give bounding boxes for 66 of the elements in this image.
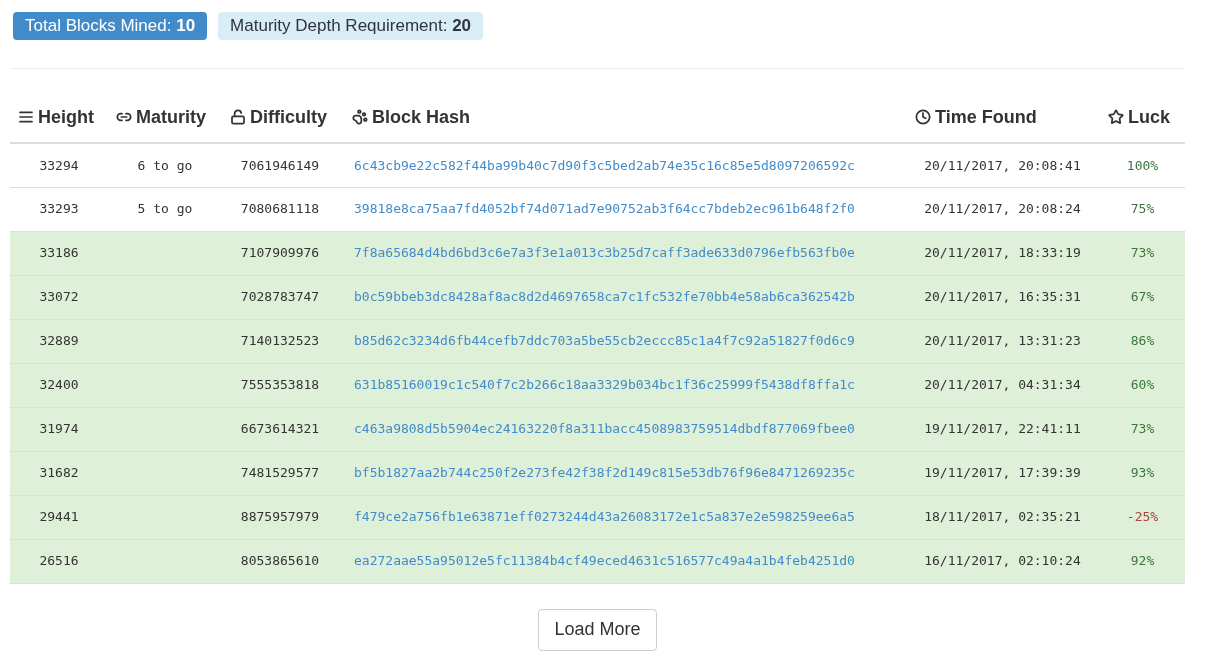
block-hash-link[interactable]: c463a9808d5b5904ec24163220f8a311bacc4508983759514dbdf877069fbee0: [354, 421, 855, 437]
unlocked-padlock-icon: [230, 109, 246, 126]
time-found-cell: 16/11/2017, 02:10:24: [924, 553, 1081, 569]
difficulty-cell: 7061946149: [240, 157, 320, 173]
time-found-cell: 20/11/2017, 20:08:24: [924, 201, 1081, 217]
luck-cell: 60%: [1130, 377, 1155, 393]
star-icon: [1108, 109, 1124, 126]
difficulty-cell: 7080681118: [240, 201, 320, 217]
difficulty-cell: 7028783747: [240, 289, 320, 305]
column-header: Height: [38, 105, 94, 129]
height-cell: 31974: [39, 421, 79, 437]
block-hash-link[interactable]: 631b85160019c1c540f7c2b266c18aa3329b034bc1f36c25999f5438df8ffa1c: [354, 377, 855, 393]
difficulty-cell: 8875957979: [240, 509, 320, 525]
maturity-cell: 5 to go: [137, 201, 193, 217]
difficulty-cell: 8053865610: [240, 553, 320, 569]
load-more-button[interactable]: Load More: [538, 608, 657, 651]
difficulty-cell: 7481529577: [240, 465, 320, 481]
time-found-cell: 20/11/2017, 13:31:23: [924, 333, 1081, 349]
column-header: Time Found: [935, 105, 1037, 129]
column-header: Difficulty: [250, 105, 327, 129]
time-found-cell: 18/11/2017, 02:35:21: [924, 509, 1081, 525]
paw-icon: [352, 109, 368, 126]
luck-cell: -25%: [1126, 509, 1159, 525]
height-cell: 33293: [39, 201, 79, 217]
difficulty-cell: 7107909976: [240, 245, 320, 261]
block-hash-link[interactable]: f479ce2a756fb1e63871eff0273244d43a26083172e1c5a837e2e598259ee6a5: [354, 509, 855, 525]
time-found-cell: 20/11/2017, 18:33:19: [924, 245, 1081, 261]
luck-cell: 100%: [1126, 157, 1159, 173]
block-hash-link[interactable]: 6c43cb9e22c582f44ba99b40c7d90f3c5bed2ab74e35c16c85e5d8097206592c: [354, 157, 855, 173]
luck-cell: 67%: [1130, 289, 1155, 305]
height-cell: 33072: [39, 289, 79, 305]
time-found-cell: 19/11/2017, 22:41:11: [924, 421, 1081, 437]
luck-cell: 73%: [1130, 421, 1155, 437]
height-cell: 31682: [39, 465, 79, 481]
block-hash-link[interactable]: b85d62c3234d6fb44cefb7ddc703a5be55cb2eccc85c1a4f7c92a51827f0d6c9: [354, 333, 855, 349]
column-header: Luck: [1128, 105, 1170, 129]
luck-cell: 93%: [1130, 465, 1155, 481]
column-header: Maturity: [136, 105, 206, 129]
height-cell: 33294: [39, 157, 79, 173]
luck-cell: 86%: [1130, 333, 1155, 349]
column-header: Block Hash: [372, 105, 471, 129]
block-hash-link[interactable]: 7f8a65684d4bd6bd3c6e7a3f3e1a013c3b25d7caff3ade633d0796efb563fb0e: [354, 245, 855, 261]
luck-cell: 92%: [1130, 553, 1155, 569]
height-cell: 26516: [39, 553, 79, 569]
clock-icon: [915, 109, 931, 126]
maturity-cell: 6 to go: [137, 157, 193, 173]
time-found-cell: 19/11/2017, 17:39:39: [924, 465, 1081, 481]
luck-cell: 73%: [1130, 245, 1155, 261]
maturity-depth-badge: Maturity Depth Requirement: 20: [218, 12, 484, 40]
block-hash-link[interactable]: b0c59bbeb3dc8428af8ac8d2d4697658ca7c1fc532fe70bb4e58ab6ca362542b: [354, 289, 855, 305]
block-hash-link[interactable]: 39818e8ca75aa7fd4052bf74d071ad7e90752ab3f64cc7bdeb2ec961b648f2f0: [354, 201, 855, 217]
luck-cell: 75%: [1130, 201, 1155, 217]
menu-icon: [18, 109, 34, 126]
block-hash-link[interactable]: ea272aae55a95012e5fc11384b4cf49eced4631c516577c49a4a1b4feb4251d0: [354, 553, 855, 569]
time-found-cell: 20/11/2017, 20:08:41: [924, 157, 1081, 173]
total-blocks-badge: Total Blocks Mined: 10: [13, 12, 208, 40]
height-cell: 29441: [39, 509, 79, 525]
time-found-cell: 20/11/2017, 04:31:34: [924, 377, 1081, 393]
difficulty-cell: 7140132523: [240, 333, 320, 349]
difficulty-cell: 7555353818: [240, 377, 320, 393]
difficulty-cell: 6673614321: [240, 421, 320, 437]
height-cell: 33186: [39, 245, 79, 261]
time-found-cell: 20/11/2017, 16:35:31: [924, 289, 1081, 305]
height-cell: 32889: [39, 333, 79, 349]
block-hash-link[interactable]: bf5b1827aa2b744c250f2e273fe42f38f2d149c815e53db76f96e8471269235c: [354, 465, 855, 481]
height-cell: 32400: [39, 377, 79, 393]
